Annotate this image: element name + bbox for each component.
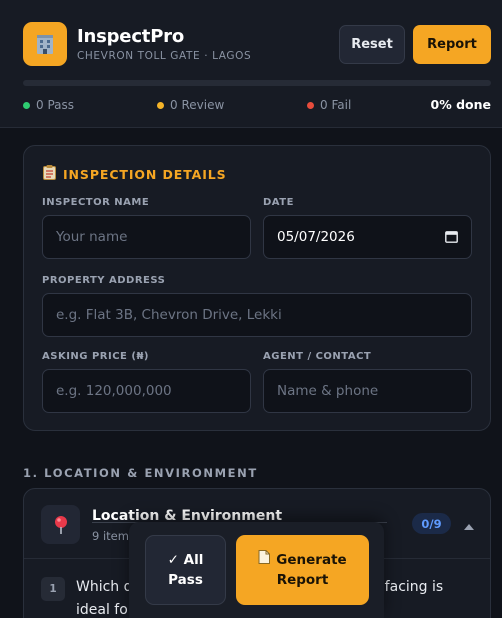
question-text-line2: ideal for	[76, 602, 134, 618]
all-pass-button[interactable]: ✓ All Pass	[145, 535, 226, 605]
report-button[interactable]: Report	[413, 25, 491, 64]
inspector-name-input[interactable]	[42, 215, 251, 259]
progress-bar	[23, 80, 491, 86]
review-stat: 0 Review	[157, 98, 224, 112]
generate-label-line1: Generate	[276, 552, 347, 568]
app-title: InspectPro	[77, 26, 185, 47]
question-number: 1	[41, 577, 65, 601]
review-count: 0 Review	[170, 98, 225, 112]
chevron-up-icon[interactable]	[463, 516, 475, 535]
generate-report-button[interactable]: Generate Report	[236, 535, 369, 605]
property-address-label: PROPERTY ADDRESS	[42, 275, 166, 286]
date-value: 05/07/2026	[277, 229, 355, 245]
date-input[interactable]: 05/07/2026	[263, 215, 472, 259]
inspection-details-label: INSPECTION DETAILS	[63, 166, 227, 182]
progress-count-badge: 0/9	[412, 513, 451, 534]
done-percentage: 0% done	[430, 97, 492, 112]
clipboard-icon	[43, 165, 56, 183]
inspection-details-card: INSPECTION DETAILS INSPECTOR NAME DATE 0…	[23, 145, 491, 431]
generate-label-line2: Report	[276, 572, 329, 588]
calendar-icon[interactable]	[445, 228, 458, 247]
app-subtitle: CHEVRON TOLL GATE · LAGOS	[77, 50, 252, 62]
review-dot-icon	[157, 101, 164, 109]
all-pass-label-line1: ✓ All	[167, 552, 204, 568]
pass-count: 0 Pass	[36, 98, 75, 112]
fail-dot-icon	[307, 101, 314, 109]
inspection-details-title: INSPECTION DETAILS	[43, 165, 227, 183]
pass-stat: 0 Pass	[23, 98, 74, 112]
section-heading: 1. LOCATION & ENVIRONMENT	[23, 466, 258, 480]
all-pass-label-line2: Pass	[168, 572, 203, 588]
reset-button[interactable]: Reset	[339, 25, 405, 64]
floating-action-bar: ✓ All Pass Generate Report	[129, 522, 384, 618]
fail-count: 0 Fail	[320, 98, 352, 112]
date-label: DATE	[263, 197, 294, 208]
agent-contact-label: AGENT / CONTACT	[263, 351, 372, 362]
document-icon	[258, 550, 271, 570]
asking-price-input[interactable]	[42, 369, 251, 413]
map-pin-icon	[41, 505, 80, 544]
fail-stat: 0 Fail	[307, 98, 351, 112]
agent-contact-input[interactable]	[263, 369, 472, 413]
pass-dot-icon	[23, 101, 30, 109]
asking-price-label: ASKING PRICE (₦)	[42, 351, 149, 362]
app-header: InspectPro CHEVRON TOLL GATE · LAGOS Res…	[0, 0, 502, 128]
building-icon	[23, 22, 67, 66]
inspector-name-label: INSPECTOR NAME	[42, 197, 150, 208]
question-text-start: Which d	[76, 579, 133, 595]
property-address-input[interactable]	[42, 293, 472, 337]
